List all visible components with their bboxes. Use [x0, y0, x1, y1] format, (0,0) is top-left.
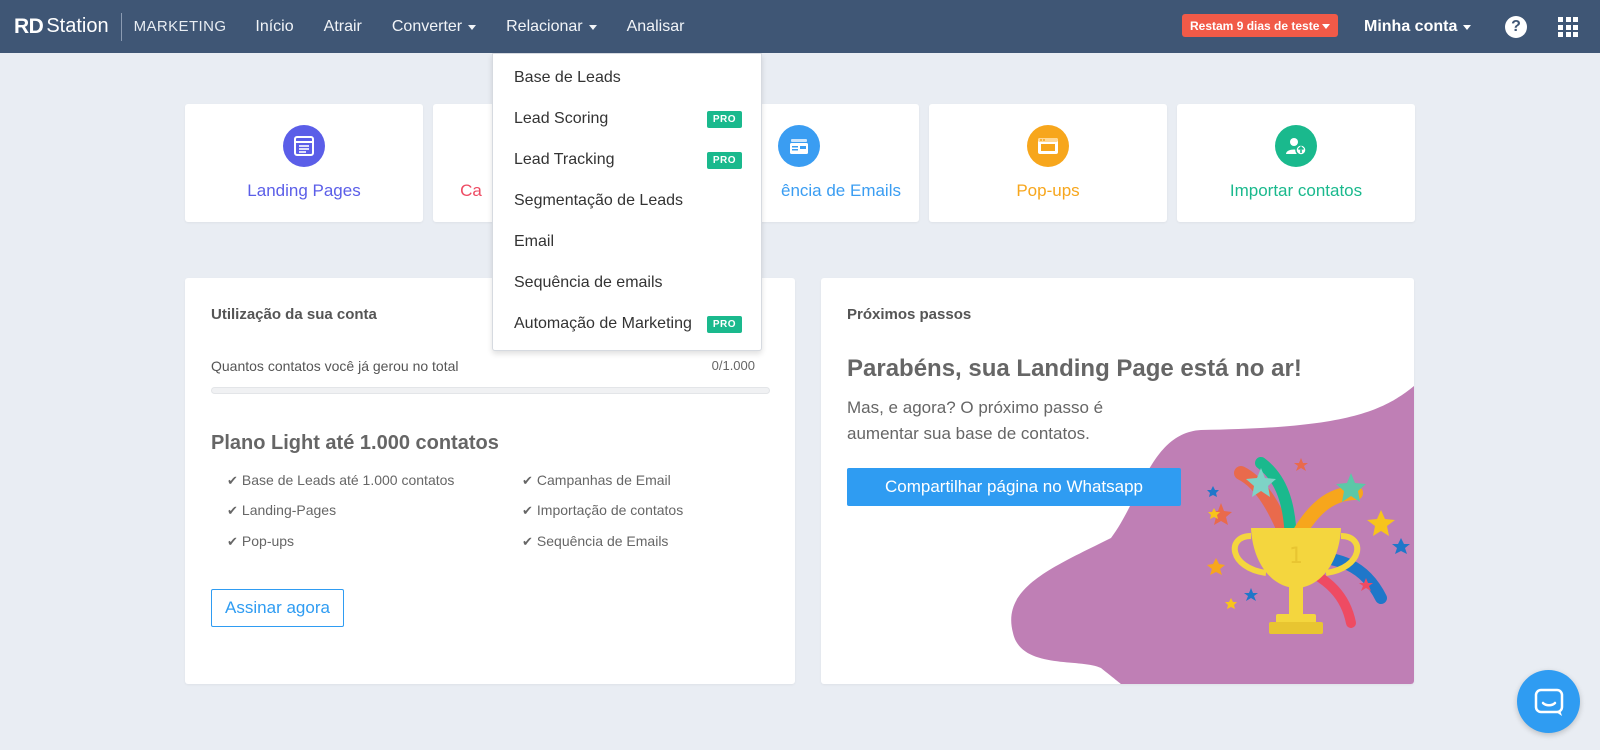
menu-item-label: Sequência de emails: [514, 274, 663, 291]
plan-feature: ✔ Landing-Pages: [227, 502, 336, 519]
account-menu[interactable]: Minha conta: [1364, 0, 1472, 53]
card-label: Importar contatos: [1229, 181, 1363, 200]
nav-item-atrair[interactable]: Atrair: [309, 0, 377, 53]
apps-grid-icon[interactable]: [1558, 17, 1578, 37]
pro-badge: PRO: [706, 110, 742, 128]
menu-item-base-de-leads[interactable]: Base de Leads: [514, 63, 742, 93]
check-icon: ✔: [522, 534, 533, 549]
card-importar-contatos[interactable]: Importar contatos: [1177, 104, 1415, 222]
trial-badge-label: Restam 9 dias de teste: [1190, 18, 1320, 33]
main-nav: Início Atrair Converter Relacionar Anali…: [240, 0, 699, 53]
contacts-usage-value: 0/1.000: [711, 358, 755, 373]
account-label: Minha conta: [1364, 17, 1458, 35]
nav-item-label: Relacionar: [506, 17, 583, 35]
next-steps-title: Próximos passos: [847, 306, 972, 323]
logo-product-text: MARKETING: [133, 18, 227, 35]
plan-feature-label: Sequência de Emails: [536, 533, 669, 549]
pro-badge: PRO: [706, 151, 742, 169]
subscribe-button[interactable]: Assinar agora: [211, 589, 344, 627]
plan-feature: ✔ Base de Leads até 1.000 contatos: [227, 472, 454, 489]
nav-item-label: Analisar: [626, 17, 685, 35]
landing-page-icon: [283, 125, 325, 167]
nav-item-inicio[interactable]: Início: [240, 0, 308, 53]
share-whatsapp-button[interactable]: Compartilhar página no Whatsapp: [847, 468, 1181, 506]
card-label: Landing Pages: [247, 181, 361, 200]
plan-feature: ✔ Sequência de Emails: [522, 533, 668, 550]
rd-station-logo[interactable]: RD Station MARKETING: [14, 0, 226, 53]
chat-launcher-button[interactable]: [1517, 670, 1580, 733]
top-navbar: RD Station MARKETING Início Atrair Conve…: [0, 0, 1600, 53]
import-contacts-icon: [1275, 125, 1317, 167]
trial-days-badge[interactable]: Restam 9 dias de teste: [1182, 14, 1339, 37]
check-icon: ✔: [227, 503, 238, 518]
plan-feature-label: Importação de contatos: [536, 502, 684, 518]
plan-feature: ✔ Pop-ups: [227, 533, 294, 550]
nav-item-label: Converter: [391, 17, 463, 35]
caret-down-icon: [1322, 24, 1331, 29]
menu-item-automacao-de-marketing[interactable]: Automação de Marketing PRO: [514, 309, 742, 339]
logo-station-text: Station: [46, 15, 109, 37]
pro-badge: PRO: [706, 315, 742, 333]
check-icon: ✔: [227, 473, 238, 488]
caret-down-icon: [468, 25, 477, 30]
check-icon: ✔: [522, 503, 533, 518]
email-sequence-icon: [778, 125, 820, 167]
logo-rd-text: RD: [14, 14, 44, 38]
plan-feature: ✔ Importação de contatos: [522, 502, 683, 519]
logo-divider: [120, 12, 122, 41]
nav-item-converter[interactable]: Converter: [377, 0, 491, 53]
menu-item-lead-scoring[interactable]: Lead Scoring PRO: [514, 104, 742, 134]
card-label: Pop-ups: [1016, 181, 1080, 200]
nav-item-relacionar[interactable]: Relacionar: [491, 0, 611, 53]
chat-icon: [1534, 688, 1563, 716]
check-icon: ✔: [522, 473, 533, 488]
plan-feature-label: Base de Leads até 1.000 contatos: [241, 472, 455, 488]
contacts-usage-label: Quantos contatos você já gerou no total: [211, 358, 459, 374]
card-landing-pages[interactable]: Landing Pages: [185, 104, 423, 222]
next-steps-description: Mas, e agora? O próximo passo é aumentar…: [847, 398, 1104, 443]
menu-item-label: Base de Leads: [514, 69, 621, 86]
help-icon[interactable]: ?: [1505, 16, 1527, 38]
menu-item-lead-tracking[interactable]: Lead Tracking PRO: [514, 145, 742, 175]
plan-feature-label: Campanhas de Email: [536, 472, 671, 488]
check-icon: ✔: [227, 534, 238, 549]
menu-item-email[interactable]: Email: [514, 227, 742, 257]
card-popups[interactable]: Pop-ups: [929, 104, 1167, 222]
plan-feature-label: Landing-Pages: [241, 502, 337, 518]
plan-feature: ✔ Campanhas de Email: [522, 472, 671, 489]
menu-item-sequencia-de-emails[interactable]: Sequência de emails: [514, 268, 742, 298]
nav-item-label: Atrair: [323, 17, 362, 35]
plan-feature-label: Pop-ups: [241, 533, 295, 549]
svg-text:1: 1: [1289, 544, 1303, 569]
relacionar-dropdown-menu: Base de Leads Lead Scoring PRO Lead Track…: [492, 53, 762, 351]
caret-down-icon: [588, 25, 597, 30]
popup-icon: [1027, 125, 1069, 167]
menu-item-label: Automação de Marketing: [514, 315, 692, 332]
nav-item-analisar[interactable]: Analisar: [612, 0, 700, 53]
menu-item-label: Segmentação de Leads: [514, 192, 684, 209]
caret-down-icon: [1463, 25, 1472, 30]
menu-item-label: Lead Scoring: [514, 110, 609, 127]
contacts-usage-bar: [211, 387, 770, 394]
menu-item-label: Email: [514, 233, 555, 250]
nav-item-label: Início: [255, 17, 294, 35]
account-usage-title: Utilização da sua conta: [211, 306, 377, 323]
next-steps-panel: 1 Próximos passos Parabéns, sua Landing …: [821, 278, 1414, 684]
next-steps-headline: Parabéns, sua Landing Page está no ar!: [847, 355, 1302, 382]
plan-title: Plano Light até 1.000 contatos: [211, 432, 499, 454]
menu-item-label: Lead Tracking: [514, 151, 615, 168]
menu-item-segmentacao-de-leads[interactable]: Segmentação de Leads: [514, 186, 742, 216]
